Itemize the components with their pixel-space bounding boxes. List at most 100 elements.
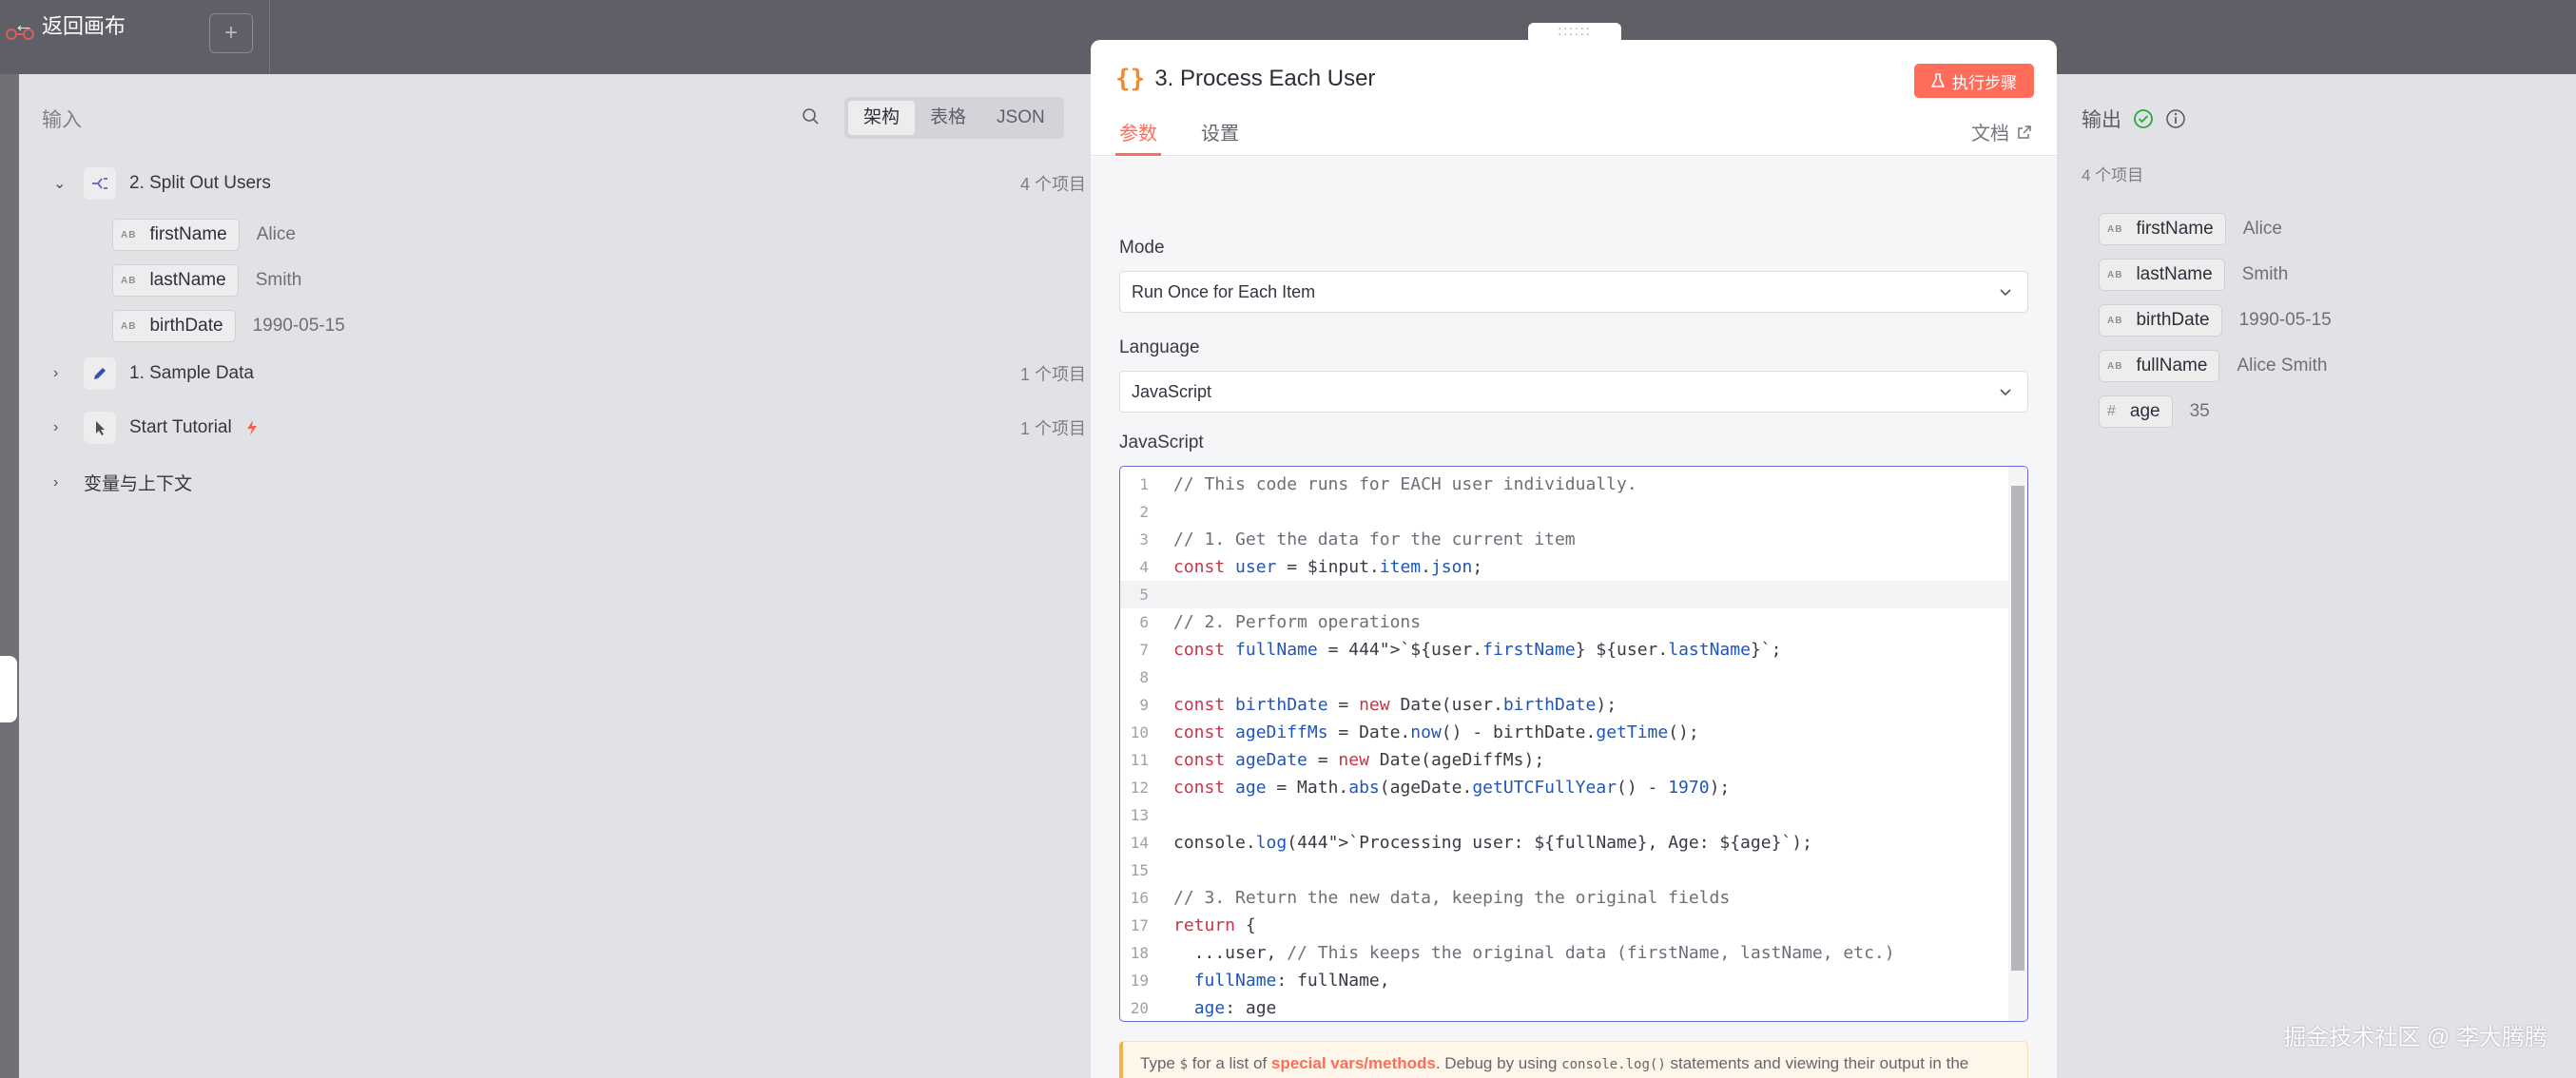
code-line[interactable]: 5 [1120, 581, 2010, 608]
output-field: AB fullName Alice Smith [2099, 350, 2327, 382]
chevron-right-icon[interactable]: › [53, 419, 70, 436]
tree-node-sample-data[interactable]: › 1. Sample Data 1 个项目 [53, 357, 1086, 390]
tree-node-start-tutorial[interactable]: › Start Tutorial 1 个项目 [53, 412, 1086, 444]
code-line[interactable]: 11 const ageDate = new Date(ageDiffMs); [1120, 746, 2010, 774]
language-select[interactable]: JavaScript [1119, 371, 2028, 413]
field-value: 1990-05-15 [252, 316, 345, 336]
flask-icon [1931, 73, 1945, 87]
field-chip[interactable]: AB birthDate [2099, 304, 2222, 337]
line-number: 5 [1139, 586, 1149, 604]
chevron-down-icon [2000, 289, 2011, 297]
lightning-icon [246, 420, 257, 435]
code-line[interactable]: 17 return { [1120, 912, 2010, 939]
code-line[interactable]: 12 const age = Math.abs(ageDate.getUTCFul… [1120, 774, 2010, 801]
view-mode-tabs: 架构 表格 JSON [844, 97, 1064, 139]
code-text: age: age [1193, 998, 1277, 1018]
code-editor[interactable]: 1 // This code runs for EACH user individ… [1119, 466, 2028, 1022]
code-line[interactable]: 10 const ageDiffMs = Date.now() - birthDa… [1120, 719, 2010, 746]
divider [269, 0, 270, 74]
field-value: Alice Smith [2237, 356, 2328, 375]
cursor-icon [84, 412, 116, 444]
info-icon[interactable] [2165, 108, 2186, 129]
item-count: 1 个项目 [1019, 419, 1086, 438]
tab-schema[interactable]: 架构 [848, 101, 916, 135]
chevron-down-icon[interactable]: ⌄ [53, 174, 70, 193]
back-to-canvas-link[interactable]: ← 返回画布 [13, 10, 126, 40]
output-item-count: 4 个项目 [2082, 166, 2144, 184]
scrollbar-thumb[interactable] [2011, 486, 2024, 971]
mode-select[interactable]: Run Once for Each Item [1119, 271, 2028, 313]
field-key: age [2129, 401, 2160, 421]
field-key: lastName [2136, 264, 2213, 284]
search-icon[interactable] [801, 106, 822, 127]
panel-resize-handle[interactable] [0, 656, 17, 722]
line-number: 6 [1139, 613, 1149, 631]
node-title[interactable]: 3. Process Each User [1154, 66, 1375, 92]
line-number: 14 [1130, 834, 1149, 852]
chevron-right-icon[interactable]: › [53, 365, 70, 382]
modal-title: {} 3. Process Each User [1115, 65, 1375, 93]
code-text: // 3. Return the new data, keeping the o… [1173, 888, 1731, 908]
line-number: 9 [1139, 696, 1149, 714]
number-type-icon: # [2107, 403, 2117, 419]
code-line[interactable]: 16 // 3. Return the new data, keeping the… [1120, 884, 2010, 912]
execute-step-button[interactable]: 执行步骤 [1914, 64, 2034, 98]
code-line[interactable]: 14 console.log(444">`Processing user: ${f… [1120, 829, 2010, 857]
tab-table[interactable]: 表格 [915, 101, 981, 135]
code-text: const ageDate = new Date(ageDiffMs); [1173, 750, 1545, 770]
code-line[interactable]: 6 // 2. Perform operations [1120, 608, 2010, 636]
field-value: Alice [2242, 219, 2282, 239]
code-line[interactable]: 2 [1120, 498, 2010, 526]
tab-settings[interactable]: 设置 [1201, 118, 1239, 156]
field-chip[interactable]: AB firstName [2099, 213, 2226, 245]
pencil-icon [84, 357, 116, 390]
mode-value: Run Once for Each Item [1132, 281, 1316, 301]
code-line[interactable]: 15 [1120, 857, 2010, 884]
split-out-icon [84, 167, 116, 200]
schema-field: AB birthDate 1990-05-15 [112, 310, 345, 342]
line-number: 16 [1130, 889, 1149, 907]
code-line[interactable]: 8 [1120, 664, 2010, 691]
field-chip[interactable]: AB firstName [112, 219, 240, 251]
node-name: 2. Split Out Users [129, 173, 271, 193]
language-value: JavaScript [1132, 381, 1212, 401]
special-vars-link[interactable]: special vars/methods [1271, 1054, 1436, 1072]
field-chip[interactable]: AB birthDate [112, 310, 236, 342]
input-panel-title: 输入 [42, 109, 82, 131]
code-text: const birthDate = new Date(user.birthDat… [1173, 695, 1617, 715]
code-line[interactable]: 18 ...user, // This keeps the original d… [1120, 939, 2010, 967]
tab-json[interactable]: JSON [981, 101, 1060, 135]
add-button[interactable]: + [209, 13, 253, 53]
chevron-right-icon[interactable]: › [53, 474, 70, 491]
field-chip[interactable]: AB lastName [112, 264, 239, 297]
tree-node-variables-context[interactable]: › 变量与上下文 [53, 470, 192, 495]
external-link-icon [2018, 125, 2031, 139]
code-text: // 2. Perform operations [1173, 612, 1422, 632]
field-chip[interactable]: AB lastName [2099, 259, 2225, 291]
code-line[interactable]: 7 const fullName = 444">`${user.firstName… [1120, 636, 2010, 664]
code-line[interactable]: 3 // 1. Get the data for the current item [1120, 526, 2010, 553]
input-panel: 输入 架构 表格 JSON ⌄ 2. Split Out Users 4 个项目… [19, 74, 1091, 1078]
code-text: // This code runs for EACH user individu… [1173, 474, 1637, 494]
code-line[interactable]: 19 fullName: fullName, [1120, 967, 2010, 994]
code-line[interactable]: 20 age: age [1120, 994, 2010, 1021]
code-text: fullName: fullName, [1193, 971, 1390, 991]
field-value: 35 [2189, 401, 2210, 421]
line-number: 17 [1130, 916, 1149, 934]
code-line[interactable]: 1 // This code runs for EACH user individ… [1120, 471, 2010, 498]
output-field: # age 35 [2099, 395, 2210, 428]
tab-parameters[interactable]: 参数 [1115, 118, 1161, 156]
editor-scrollbar[interactable] [2008, 467, 2027, 1021]
code-line[interactable]: 13 [1120, 801, 2010, 829]
code-line[interactable]: 9 const birthDate = new Date(user.birthDa… [1120, 691, 2010, 719]
field-key: firstName [149, 224, 227, 244]
line-number: 18 [1130, 944, 1149, 962]
field-value: 1990-05-15 [2238, 310, 2332, 330]
code-line[interactable]: 4 const user = $input.item.json; [1120, 553, 2010, 581]
field-chip[interactable]: # age [2099, 395, 2173, 428]
tree-node-split-out-users[interactable]: ⌄ 2. Split Out Users 4 个项目 [53, 167, 1086, 200]
docs-link[interactable]: 文档 [1971, 118, 2032, 145]
code-text: console.log(444">`Processing user: ${ful… [1173, 833, 1812, 853]
output-field: AB lastName Smith [2099, 259, 2288, 291]
field-chip[interactable]: AB fullName [2099, 350, 2220, 382]
